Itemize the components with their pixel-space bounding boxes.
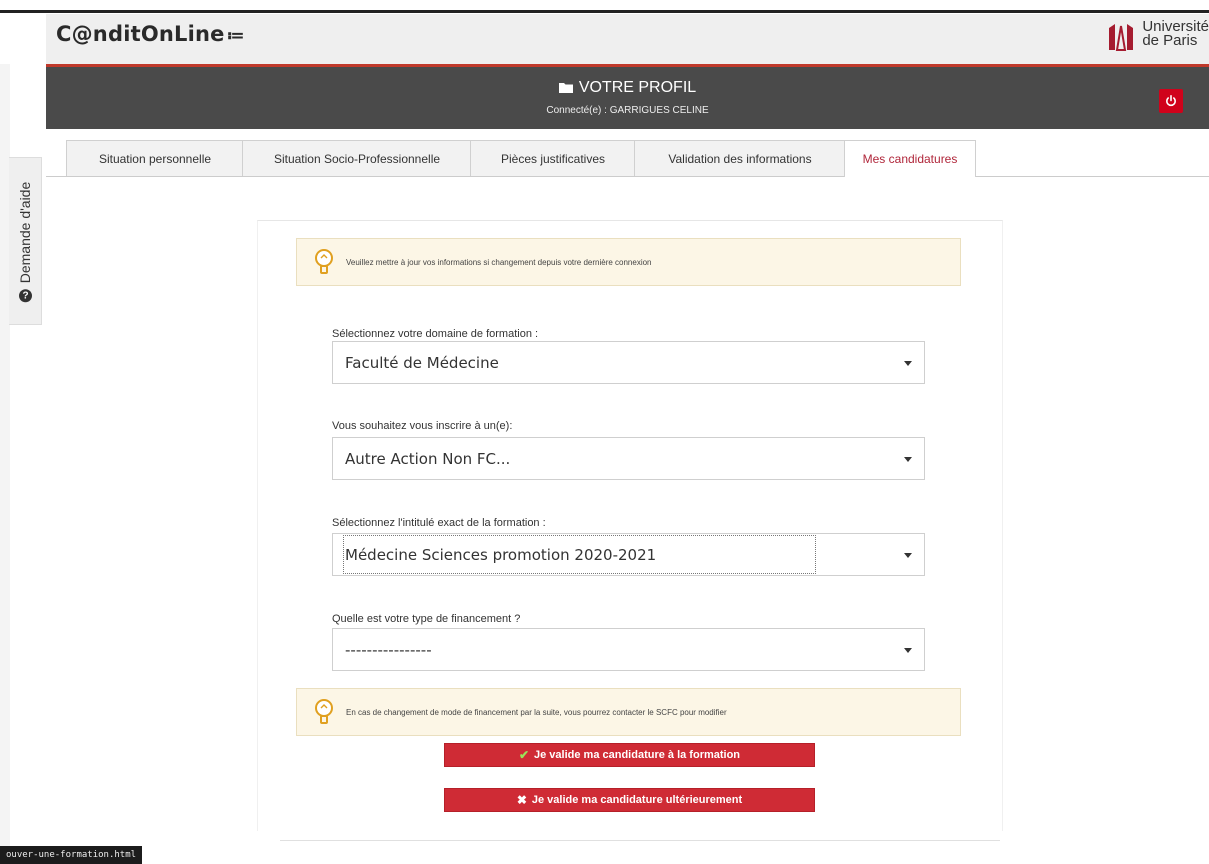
formation-select[interactable]: Médecine Sciences promotion 2020-2021 xyxy=(332,533,925,576)
update-info-text: Veuillez mettre à jour vos informations … xyxy=(346,257,652,267)
profile-tabs: Situation personnelle Situation Socio-Pr… xyxy=(46,140,1209,177)
tab-situation-socio-professionnelle[interactable]: Situation Socio-Professionnelle xyxy=(242,140,472,176)
validate-candidature-button[interactable]: ✔ Je valide ma candidature à la formation xyxy=(444,743,815,767)
banner-title: VOTRE PROFIL xyxy=(46,79,1209,98)
dropdown-caret-icon xyxy=(904,361,912,366)
validate-later-button[interactable]: ✖ Je valide ma candidature ultérieurement xyxy=(444,788,815,812)
formation-label: Sélectionnez l'intitulé exact de la form… xyxy=(332,517,546,529)
app-logo-text: C@nditOnLine xyxy=(56,22,225,46)
profile-banner: VOTRE PROFIL Connecté(e) : GARRIGUES CEL… xyxy=(46,67,1209,129)
wifi-icon: ≔ xyxy=(226,26,245,46)
tab-validation-informations[interactable]: Validation des informations xyxy=(634,140,846,176)
help-request-text: Demande d'aide xyxy=(17,181,33,284)
help-request-label: ? Demande d'aide xyxy=(17,182,33,303)
lightbulb-icon xyxy=(315,249,333,274)
financing-change-text: En cas de changement de mode de financem… xyxy=(346,707,727,717)
banner-title-text: VOTRE PROFIL xyxy=(578,79,697,96)
university-logo[interactable]: Université de Paris xyxy=(1106,19,1209,52)
domain-label: Sélectionnez votre domaine de formation … xyxy=(332,328,539,340)
validate-candidature-label: Je valide ma candidature à la formation xyxy=(534,749,741,761)
panel-bottom-divider xyxy=(280,840,1000,841)
close-icon: ✖ xyxy=(516,793,527,807)
power-icon xyxy=(1166,95,1176,107)
help-request-tab[interactable]: ? Demande d'aide xyxy=(9,157,42,325)
dropdown-caret-icon xyxy=(904,553,912,558)
formation-select-value: Médecine Sciences promotion 2020-2021 xyxy=(345,546,657,564)
app-logo[interactable]: C@nditOnLine ≔ xyxy=(56,22,245,46)
financement-label: Quelle est votre type de financement ? xyxy=(332,613,521,625)
update-info-alert: Veuillez mettre à jour vos informations … xyxy=(296,238,961,286)
university-name-line2: de Paris xyxy=(1142,32,1198,49)
financing-change-alert: En cas de changement de mode de financem… xyxy=(296,688,961,736)
dropdown-caret-icon xyxy=(904,457,912,462)
financement-select[interactable]: ---------------- xyxy=(332,628,925,671)
top-border xyxy=(0,10,1209,13)
lightbulb-icon xyxy=(315,699,333,724)
university-emblem-icon xyxy=(1109,24,1134,51)
folder-icon xyxy=(558,80,573,98)
check-icon: ✔ xyxy=(518,748,530,762)
domain-select-value: Faculté de Médecine xyxy=(345,354,499,372)
status-bar-url: ouver-une-formation.html xyxy=(0,846,143,864)
validate-later-label: Je valide ma candidature ultérieurement xyxy=(531,794,743,806)
tab-pieces-justificatives[interactable]: Pièces justificatives xyxy=(470,140,636,176)
app-header: C@nditOnLine ≔ Université de Paris xyxy=(46,14,1209,64)
dropdown-caret-icon xyxy=(904,648,912,653)
inscription-select-value: Autre Action Non FC... xyxy=(345,450,511,468)
inscription-select[interactable]: Autre Action Non FC... xyxy=(332,437,925,480)
domain-select[interactable]: Faculté de Médecine xyxy=(332,341,925,384)
question-icon: ? xyxy=(18,289,32,303)
tab-mes-candidatures[interactable]: Mes candidatures xyxy=(844,140,976,177)
inscription-label: Vous souhaitez vous inscrire à un(e): xyxy=(332,420,513,432)
logout-button[interactable] xyxy=(1159,89,1183,113)
connected-user: Connecté(e) : GARRIGUES CELINE xyxy=(546,105,709,116)
tab-situation-personnelle[interactable]: Situation personnelle xyxy=(66,140,244,176)
financement-select-value: ---------------- xyxy=(345,641,432,659)
